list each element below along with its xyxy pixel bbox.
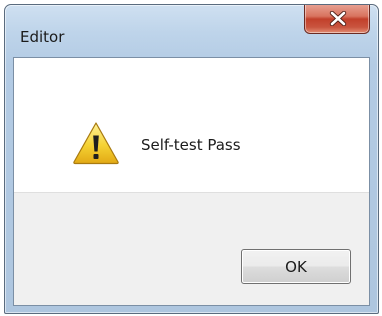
- close-icon: [329, 11, 347, 26]
- message-area: Self-test Pass: [14, 58, 369, 192]
- ok-button[interactable]: OK: [241, 249, 351, 284]
- button-bar: OK: [14, 192, 369, 305]
- dialog-client-area: Self-test Pass OK: [13, 57, 370, 306]
- warning-icon: [73, 122, 119, 165]
- window-title: Editor: [20, 28, 65, 46]
- message-text: Self-test Pass: [141, 136, 241, 154]
- close-button[interactable]: [304, 5, 370, 34]
- title-bar[interactable]: Editor: [5, 5, 378, 57]
- dialog-window: Editor Self-test Pass OK: [4, 4, 379, 314]
